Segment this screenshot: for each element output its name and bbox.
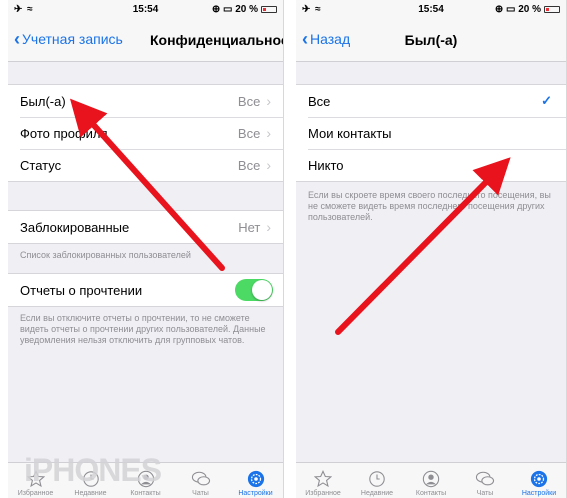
chevron-left-icon: ‹ bbox=[14, 29, 20, 49]
row-value: Все bbox=[237, 93, 261, 109]
tab-label: Настройки bbox=[521, 490, 557, 497]
tab-contacts[interactable]: Контакты bbox=[118, 463, 173, 498]
tab-chats[interactable]: Чаты bbox=[173, 463, 228, 498]
clock-icon bbox=[369, 471, 385, 487]
blocked-footnote: Список заблокированных пользователей bbox=[20, 250, 191, 260]
status-icons-battery-label: ⊕ ▭ 20 % bbox=[494, 4, 541, 15]
back-button[interactable]: ‹ Учетная запись bbox=[14, 29, 123, 49]
chat-icon bbox=[475, 471, 495, 486]
tab-label: Чаты bbox=[476, 490, 494, 497]
row-label: Фото профиля bbox=[20, 125, 108, 141]
option-label: Мои контакты bbox=[308, 125, 392, 141]
chat-icon bbox=[191, 471, 210, 486]
clock-icon bbox=[82, 471, 99, 487]
tab-label: Контакты bbox=[130, 490, 161, 497]
chevron-right-icon: › bbox=[266, 219, 271, 235]
privacy-screen: ✈ ≈ 15:54 ⊕ ▭ 20 % ‹ Учетная запись Конф… bbox=[8, 0, 284, 498]
chevron-right-icon: › bbox=[266, 93, 271, 109]
battery-icon bbox=[261, 6, 277, 13]
row-blocked[interactable]: Заблокированные Нет › bbox=[8, 211, 283, 243]
row-label: Заблокированные bbox=[20, 219, 130, 235]
tab-favorites[interactable]: Избранное bbox=[8, 463, 63, 498]
read-receipts-toggle[interactable] bbox=[235, 279, 273, 301]
tab-recents[interactable]: Недавние bbox=[350, 463, 404, 498]
tab-label: Недавние bbox=[360, 490, 394, 497]
tab-label: Контакты bbox=[415, 490, 447, 497]
blocked-group: Заблокированные Нет › bbox=[8, 210, 283, 244]
tab-settings[interactable]: Настройки bbox=[228, 463, 283, 498]
tab-label: Настройки bbox=[238, 490, 273, 497]
star-icon bbox=[26, 470, 45, 488]
page-title: Был(-а) bbox=[404, 32, 458, 48]
row-read-receipts: Отчеты о прочтении bbox=[8, 274, 283, 306]
chevron-right-icon: › bbox=[266, 125, 271, 141]
receipts-footnote: Если вы отключите отчеты о прочтении, то… bbox=[20, 313, 266, 345]
tab-bar: Избранное Недавние Контакты Чаты Настрой… bbox=[8, 462, 283, 498]
battery-icon bbox=[544, 6, 560, 13]
option-my-contacts[interactable]: Мои контакты bbox=[296, 117, 566, 149]
chevron-right-icon: › bbox=[266, 157, 271, 173]
tab-bar: Избранное Недавние Контакты Чаты Настрой… bbox=[296, 462, 566, 498]
status-icons-battery-label: ⊕ ▭ 20 % bbox=[211, 4, 258, 15]
navigation-bar: ‹ Учетная запись Конфиденциальность bbox=[8, 20, 283, 62]
row-status[interactable]: Статус Все › bbox=[8, 149, 283, 181]
tab-recents[interactable]: Недавние bbox=[63, 463, 118, 498]
tab-settings[interactable]: Настройки bbox=[512, 463, 566, 498]
tab-favorites[interactable]: Избранное bbox=[296, 463, 350, 498]
status-bar: ✈ ≈ 15:54 ⊕ ▭ 20 % bbox=[8, 0, 283, 20]
tab-label: Избранное bbox=[305, 490, 341, 497]
status-bar: ✈ ≈ 15:54 ⊕ ▭ 20 % bbox=[296, 0, 566, 20]
checkmark-icon: ✓ bbox=[541, 93, 552, 108]
tab-contacts[interactable]: Контакты bbox=[404, 463, 458, 498]
row-value: Нет bbox=[238, 219, 261, 235]
row-last-seen[interactable]: Был(-а) Все › bbox=[8, 85, 283, 117]
page-title: Конфиденциальность bbox=[150, 32, 283, 48]
visibility-options: Все ✓ Мои контакты Никто bbox=[296, 84, 566, 182]
tab-label: Избранное bbox=[17, 490, 54, 497]
status-right: ⊕ ▭ 20 % bbox=[212, 4, 277, 15]
option-nobody[interactable]: Никто bbox=[296, 149, 566, 181]
back-button-label: Учетная запись bbox=[22, 31, 123, 47]
row-label: Был(-а) bbox=[20, 93, 66, 109]
privacy-group: Был(-а) Все › Фото профиля Все › Статус Вс… bbox=[8, 84, 283, 182]
receipts-group: Отчеты о прочтении bbox=[8, 273, 283, 307]
last-seen-footnote: Если вы скроете время своего последнего … bbox=[308, 190, 551, 222]
row-profile-photo[interactable]: Фото профиля Все › bbox=[8, 117, 283, 149]
row-label: Статус bbox=[20, 157, 62, 173]
option-label: Все bbox=[308, 93, 331, 109]
row-label: Отчеты о прочтении bbox=[20, 282, 143, 298]
option-label: Никто bbox=[308, 157, 344, 173]
tab-chats[interactable]: Чаты bbox=[458, 463, 512, 498]
tab-label: Недавние bbox=[74, 490, 107, 497]
person-icon bbox=[137, 470, 154, 488]
tab-label: Чаты bbox=[192, 490, 209, 497]
star-icon bbox=[314, 470, 332, 488]
status-right: ⊕ ▭ 20 % bbox=[495, 4, 560, 15]
settings-icon bbox=[247, 470, 264, 488]
row-value: Все bbox=[237, 157, 261, 173]
last-seen-screen: ✈ ≈ 15:54 ⊕ ▭ 20 % ‹ Назад Был(-а) Все ✓… bbox=[296, 0, 567, 498]
navigation-bar: ‹ Назад Был(-а) bbox=[296, 20, 566, 62]
settings-icon bbox=[530, 470, 548, 488]
option-everyone[interactable]: Все ✓ bbox=[296, 85, 566, 117]
person-icon bbox=[422, 470, 440, 488]
row-value: Все bbox=[237, 125, 261, 141]
